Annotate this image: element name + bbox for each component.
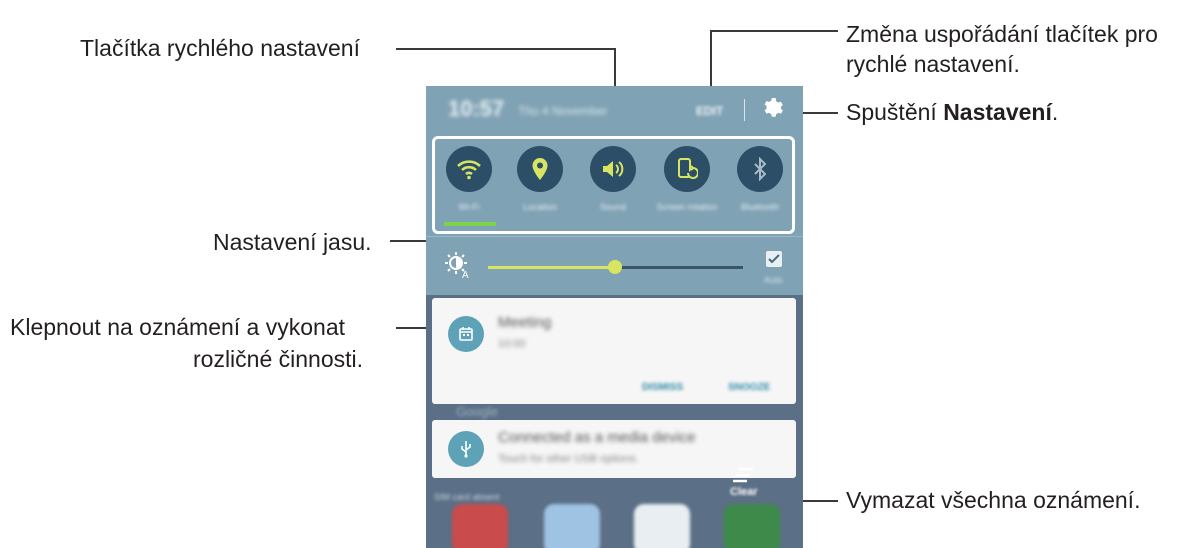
callout-tap-line1: Klepnout na oznámení a vykonat bbox=[10, 314, 346, 340]
notification-title: Meeting bbox=[498, 314, 552, 331]
app-icon-email[interactable] bbox=[452, 504, 508, 548]
auto-brightness-checkbox[interactable] bbox=[766, 251, 782, 267]
screen-rotation-button[interactable] bbox=[664, 146, 710, 192]
brightness-slider-thumb[interactable] bbox=[608, 260, 622, 274]
leader-quick-h bbox=[396, 48, 616, 50]
notification-panel: 10:57 Thu 4 November EDIT Wi-Fi Location bbox=[426, 86, 803, 548]
dismiss-button[interactable]: DISMISS bbox=[642, 382, 683, 393]
notification-subtitle: Touch for other USB options. bbox=[498, 453, 639, 465]
callout-launch-suffix: . bbox=[1051, 99, 1059, 125]
background-notification-text: Google bbox=[456, 404, 498, 419]
check-icon bbox=[768, 254, 780, 264]
bluetooth-label: Bluetooth bbox=[740, 202, 780, 212]
brightness-auto-icon: A bbox=[445, 252, 469, 279]
usb-icon bbox=[448, 431, 484, 467]
location-pin-icon bbox=[532, 158, 548, 180]
svg-text:A: A bbox=[462, 270, 469, 279]
app-icon-folder[interactable] bbox=[724, 504, 780, 548]
sound-button[interactable] bbox=[590, 146, 636, 192]
brightness-row: A Auto bbox=[426, 236, 803, 295]
bluetooth-icon bbox=[754, 157, 767, 181]
brightness-fill bbox=[488, 266, 616, 269]
app-icon-play-store[interactable] bbox=[634, 504, 690, 548]
gear-icon[interactable] bbox=[760, 96, 784, 120]
notification-card-meeting[interactable]: Meeting 10:00 DISMISS SNOOZE bbox=[432, 298, 796, 404]
callout-launch-settings: Spuštění Nastavení. bbox=[846, 96, 1058, 128]
divider bbox=[744, 99, 745, 121]
callout-launch-prefix: Spuštění bbox=[846, 99, 944, 125]
date: Thu 4 November bbox=[518, 104, 608, 118]
callout-clear-all: Vymazat všechna oznámení. bbox=[846, 487, 1141, 513]
callout-brightness: Nastavení jasu. bbox=[213, 229, 372, 255]
sound-label: Sound bbox=[599, 202, 627, 212]
wifi-icon bbox=[457, 160, 481, 180]
notification-title: Connected as a media device bbox=[498, 429, 696, 446]
wifi-button[interactable] bbox=[446, 146, 492, 192]
calendar-icon bbox=[448, 316, 484, 352]
usb-glyph bbox=[461, 441, 471, 458]
callout-quick-settings: Tlačítka rychlého nastavení bbox=[80, 35, 360, 61]
callout-rearrange-line1: Změna uspořádání tlačítek pro bbox=[846, 21, 1158, 47]
quick-settings: Wi-Fi Location Sound Screen rotation Blu… bbox=[426, 132, 803, 236]
wifi-active-indicator bbox=[444, 222, 496, 226]
callout-rearrange-line2: rychlé nastavení. bbox=[846, 51, 1020, 77]
app-icon-camera[interactable] bbox=[544, 504, 600, 548]
sound-icon bbox=[603, 161, 624, 177]
location-label: Location bbox=[522, 202, 558, 212]
clock: 10:57 bbox=[448, 96, 505, 121]
edit-button[interactable]: EDIT bbox=[696, 104, 723, 118]
status-bar: 10:57 Thu 4 November EDIT bbox=[426, 86, 803, 132]
leader-rearrange-h bbox=[710, 30, 838, 32]
screen-rotation-label: Screen rotation bbox=[656, 202, 718, 212]
calendar-glyph bbox=[459, 327, 473, 341]
bluetooth-button[interactable] bbox=[737, 146, 783, 192]
clear-button[interactable]: Clear bbox=[730, 486, 758, 498]
callout-tap-line2: rozličné činnosti. bbox=[193, 346, 364, 372]
callout-launch-bold: Nastavení bbox=[943, 99, 1052, 125]
clear-all-icon[interactable] bbox=[731, 466, 755, 484]
location-button[interactable] bbox=[517, 146, 563, 192]
emergency-status-text: SIM card absent bbox=[434, 492, 500, 502]
wifi-label: Wi-Fi bbox=[458, 202, 480, 212]
snooze-button[interactable]: SNOOZE bbox=[728, 382, 770, 393]
notification-subtitle: 10:00 bbox=[498, 338, 526, 350]
auto-brightness-label: Auto bbox=[764, 275, 783, 285]
screen-rotation-icon bbox=[678, 158, 698, 179]
